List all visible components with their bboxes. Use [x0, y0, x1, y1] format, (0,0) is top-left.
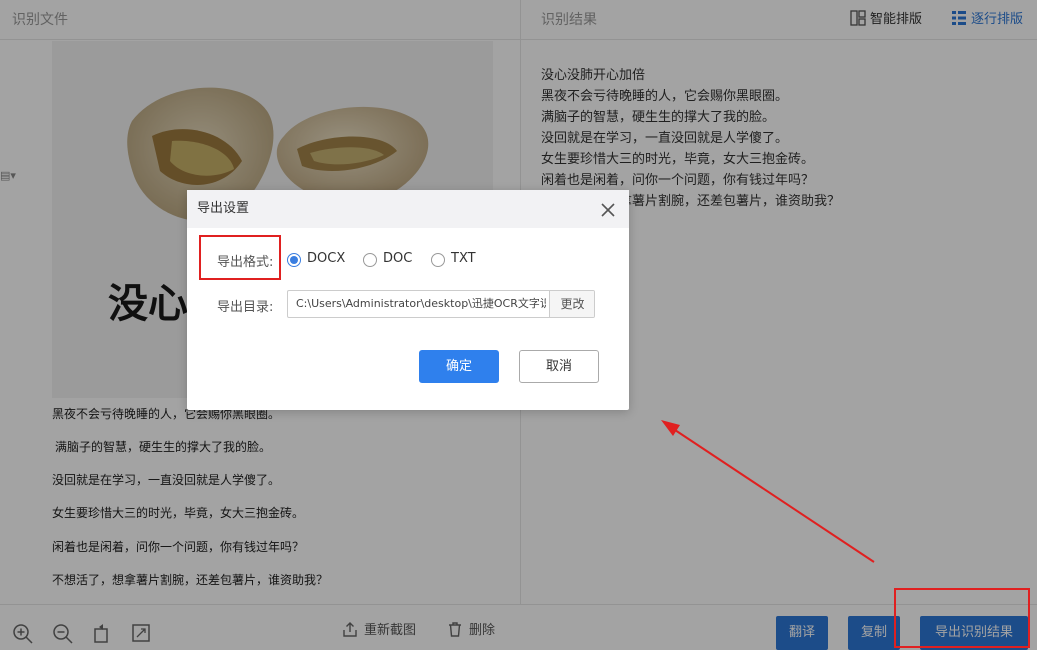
- annotation-arrow: [661, 420, 875, 563]
